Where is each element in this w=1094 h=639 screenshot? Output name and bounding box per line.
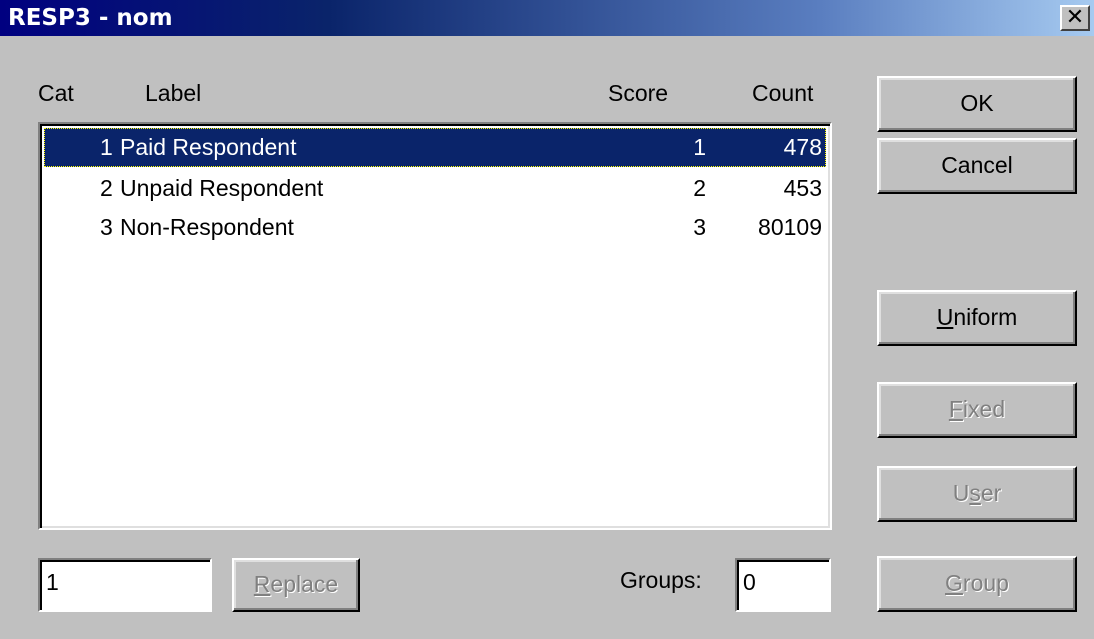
- score-input[interactable]: 1: [38, 558, 212, 612]
- list-item[interactable]: 3 Non-Respondent 3 80109: [44, 208, 826, 247]
- row-score: 2: [693, 175, 706, 201]
- group-mnemonic: G: [945, 570, 963, 596]
- window-title: RESP3 - nom: [8, 5, 173, 31]
- row-label: Unpaid Respondent: [120, 175, 324, 201]
- column-header-count: Count: [752, 80, 814, 106]
- row-score: 3: [693, 214, 706, 240]
- uniform-mnemonic: U: [936, 304, 954, 330]
- close-button[interactable]: ✕: [1060, 5, 1090, 31]
- user-label-pre: U: [952, 480, 970, 506]
- row-count: 478: [783, 134, 822, 160]
- user-mnemonic: s: [969, 480, 981, 506]
- close-icon: ✕: [1065, 4, 1085, 29]
- column-header-cat: Cat: [38, 80, 74, 106]
- row-count: 453: [783, 175, 822, 201]
- replace-button[interactable]: Replace: [232, 558, 360, 612]
- ok-button[interactable]: OK: [877, 76, 1077, 132]
- category-listbox[interactable]: 1 Paid Respondent 1 478 2 Unpaid Respond…: [38, 122, 832, 530]
- row-cat: 1: [100, 134, 113, 160]
- groups-label: Groups:: [620, 567, 702, 593]
- groups-input[interactable]: 0: [735, 558, 831, 612]
- column-header-score: Score: [608, 80, 669, 106]
- row-score: 1: [693, 134, 706, 160]
- row-label: Paid Respondent: [120, 134, 297, 160]
- fixed-mnemonic: F: [948, 396, 963, 422]
- row-label: Non-Respondent: [120, 214, 294, 240]
- column-header-label: Label: [145, 80, 202, 106]
- user-button[interactable]: User: [877, 466, 1077, 522]
- replace-label: eplace: [270, 571, 339, 597]
- cancel-button[interactable]: Cancel: [877, 138, 1077, 194]
- fixed-label: ixed: [962, 396, 1006, 422]
- row-cat: 2: [100, 175, 113, 201]
- group-button[interactable]: Group: [877, 556, 1077, 612]
- list-item[interactable]: 2 Unpaid Respondent 2 453: [44, 169, 826, 208]
- row-cat: 3: [100, 214, 113, 240]
- group-label: roup: [962, 570, 1009, 596]
- fixed-button[interactable]: Fixed: [877, 382, 1077, 438]
- list-item[interactable]: 1 Paid Respondent 1 478: [44, 128, 826, 167]
- user-label: er: [980, 480, 1002, 506]
- uniform-button[interactable]: Uniform: [877, 290, 1077, 346]
- replace-mnemonic: R: [253, 571, 271, 597]
- title-bar: RESP3 - nom ✕: [0, 0, 1094, 36]
- row-count: 80109: [758, 214, 822, 240]
- uniform-label: niform: [953, 304, 1018, 330]
